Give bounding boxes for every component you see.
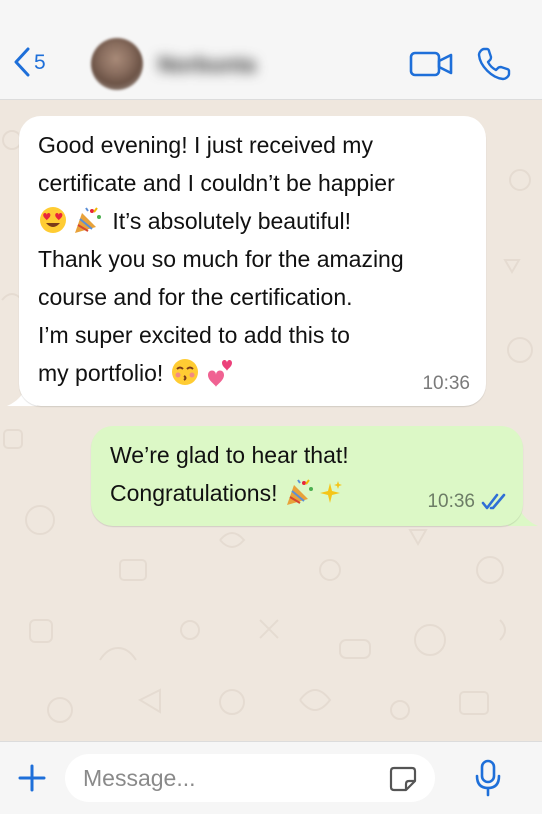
sticker-button[interactable] (389, 766, 417, 792)
party-popper-icon (75, 207, 101, 233)
microphone-icon (475, 759, 501, 797)
contact-name[interactable]: Norbunta (158, 53, 326, 77)
message-line-text: my portfolio! (38, 360, 170, 386)
two-hearts-icon (207, 360, 232, 387)
message-meta: 10:36 (427, 492, 507, 512)
attach-button[interactable] (16, 762, 48, 794)
message-line-text: Congratulations! (110, 480, 284, 506)
heart-eyes-face-icon (40, 207, 66, 233)
message-line: Good evening! I just received my (38, 132, 373, 158)
kissing-smiling-eyes-face-icon (171, 359, 198, 385)
message-input[interactable] (65, 754, 435, 802)
message-line-text: It’s absolutely beautiful! (106, 208, 352, 234)
sticker-icon (389, 766, 417, 792)
message-line: certificate and I couldn’t be happier (38, 170, 395, 196)
phone-icon (477, 47, 511, 81)
incoming-message[interactable]: Good evening! I just received my certifi… (19, 116, 486, 406)
video-call-button[interactable] (408, 48, 456, 80)
message-line-with-emoji: It’s absolutely beautiful! (38, 202, 472, 240)
message-list[interactable]: Good evening! I just received my certifi… (0, 100, 542, 741)
message-timestamp: 10:36 (422, 373, 470, 394)
sparkles-icon (319, 481, 342, 503)
message-line: I’m super excited to add this to (38, 322, 350, 348)
message-timestamp: 10:36 (427, 491, 475, 512)
microphone-button[interactable] (472, 758, 504, 798)
unread-count: 5 (34, 50, 46, 74)
chat-header: 5 Norbunta (0, 0, 542, 100)
plus-icon (18, 764, 46, 792)
message-line: Thank you so much for the amazing (38, 246, 404, 272)
outgoing-message[interactable]: We’re glad to hear that! Congratulations… (91, 426, 523, 526)
message-line-with-emoji: my portfolio! (38, 354, 472, 392)
chat-screen: 5 Norbunta Good evening! I just received… (0, 0, 542, 814)
message-line: course and for the certification. (38, 284, 353, 310)
composer-bar (0, 741, 542, 814)
video-camera-icon (409, 51, 453, 77)
voice-call-button[interactable] (474, 44, 514, 84)
back-button[interactable]: 5 (14, 44, 64, 80)
avatar[interactable] (91, 38, 143, 90)
party-popper-icon (286, 479, 313, 505)
message-line: We’re glad to hear that! (110, 442, 349, 468)
double-check-icon (481, 493, 506, 510)
chevron-left-icon (14, 47, 30, 77)
